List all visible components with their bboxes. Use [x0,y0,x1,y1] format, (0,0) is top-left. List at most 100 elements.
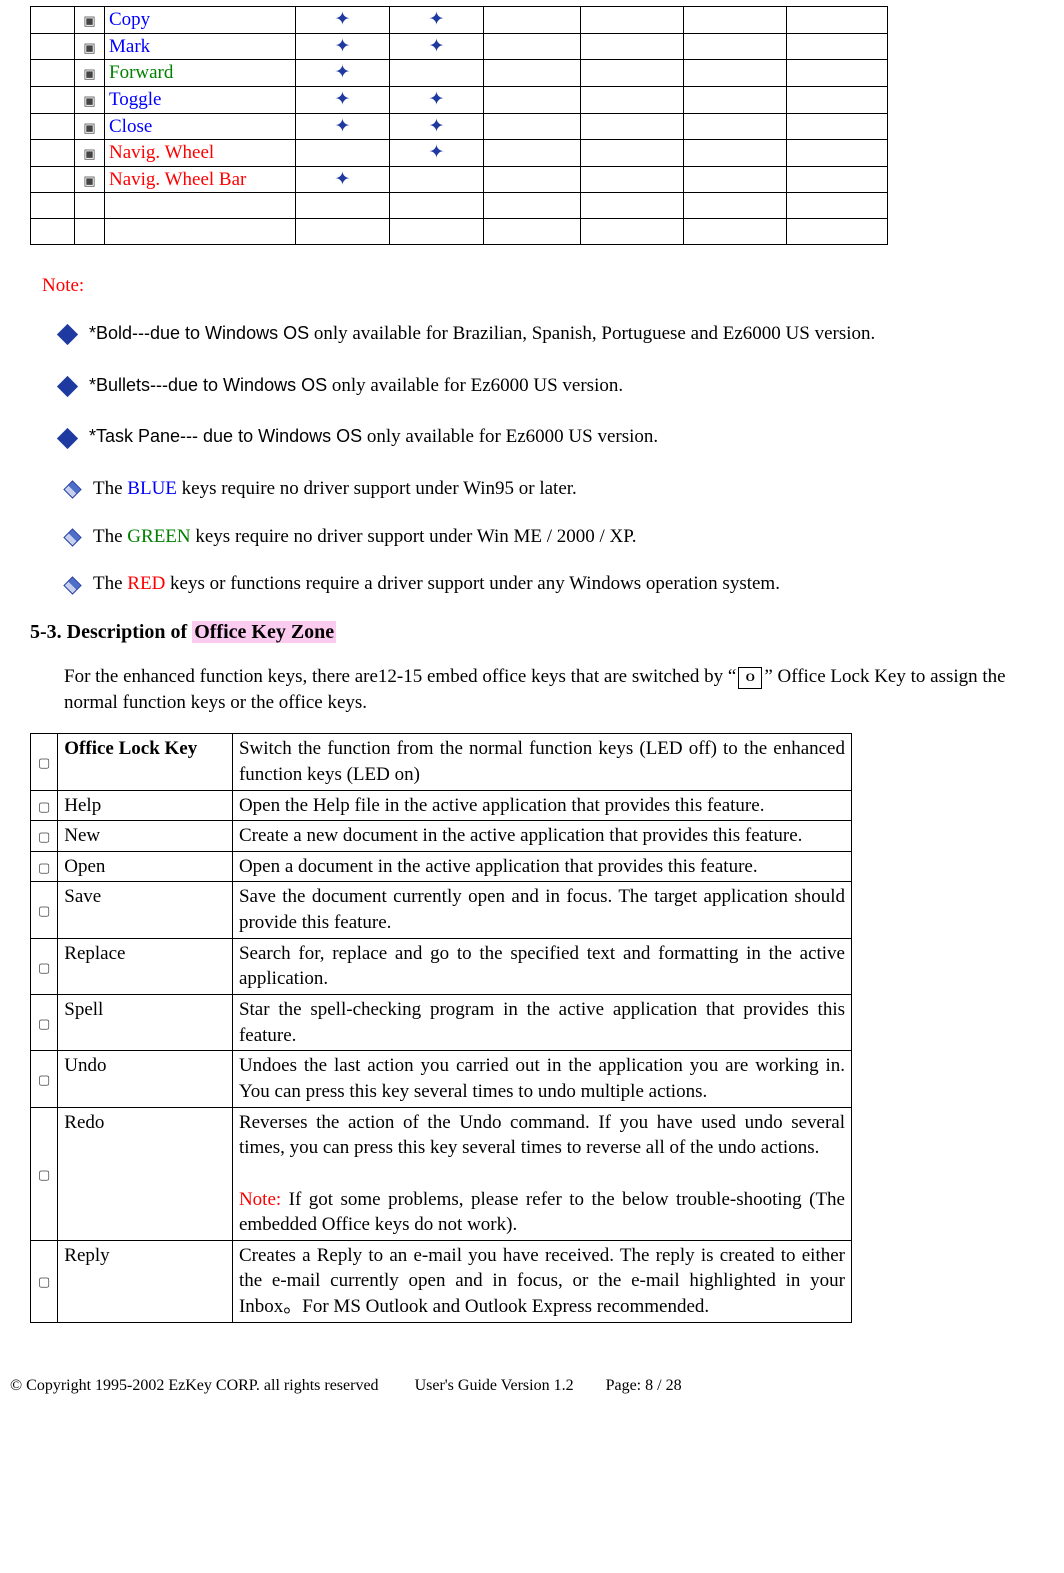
table-row: ▣Toggle✦✦ [31,86,888,113]
key-name: Undo [58,1051,233,1107]
empty-cell [31,219,75,245]
empty-cell [484,219,581,245]
table-row: ▣Close✦✦ [31,113,888,140]
key-description: Save the document currently open and in … [232,882,851,938]
note-text: The BLUE keys require no driver support … [93,476,577,502]
key-label: Close [105,113,296,140]
key-label: Copy [105,7,296,34]
empty-cell [31,166,75,193]
note-text: *Bullets---due to Windows OS only availa… [89,373,623,399]
mark-icon: ▣ [75,33,105,60]
help-icon: ▢ [31,790,58,821]
key-label: Forward [105,60,296,87]
diamond-bullet-icon [57,428,78,449]
note-heading: Note: [42,273,1054,299]
mark-col-3: ✦ [296,60,390,87]
table-row: ▢RedoReverses the action of the Undo com… [31,1107,852,1240]
empty-cell [787,219,888,245]
empty-cell [75,219,105,245]
empty-cell [581,33,684,60]
note-item: *Task Pane--- due to Windows OS only ava… [60,424,1054,450]
navwheel-icon: ▣ [75,140,105,167]
empty-cell [75,193,105,219]
empty-cell [484,33,581,60]
mark-col-3 [296,193,390,219]
table-row: ▢SaveSave the document currently open an… [31,882,852,938]
key-description: Open a document in the active applicatio… [232,851,851,882]
key-name: Spell [58,995,233,1051]
forward-icon: ▣ [75,60,105,87]
key-label [105,219,296,245]
diamond-bullet-icon [63,576,81,594]
page-footer: © Copyright 1995-2002 EzKey CORP. all ri… [10,1375,1054,1397]
empty-cell [31,86,75,113]
empty-cell [787,140,888,167]
key-name: Save [58,882,233,938]
key-label [105,193,296,219]
para-text-a: For the enhanced function keys, there ar… [64,666,736,687]
key-description: Create a new document in the active appl… [232,821,851,852]
table-row: ▢UndoUndoes the last action you carried … [31,1051,852,1107]
empty-cell [31,33,75,60]
empty-cell [484,140,581,167]
empty-cell [581,7,684,34]
key-name: New [58,821,233,852]
empty-cell [581,86,684,113]
footer-page: Page: 8 / 28 [606,1377,682,1394]
mark-col-4: ✦ [390,33,484,60]
empty-cell [684,60,787,87]
table-row: ▣Forward✦ [31,60,888,87]
key-description: Open the Help file in the active applica… [232,790,851,821]
table-row: ▣Navig. Wheel Bar✦ [31,166,888,193]
empty-cell [787,193,888,219]
empty-cell [684,33,787,60]
empty-cell [581,140,684,167]
empty-cell [787,86,888,113]
key-description: Creates a Reply to an e-mail you have re… [232,1240,851,1322]
empty-cell [581,193,684,219]
empty-cell [581,113,684,140]
table-row: ▢HelpOpen the Help file in the active ap… [31,790,852,821]
empty-cell [31,193,75,219]
key-label: Navig. Wheel [105,140,296,167]
empty-cell [787,60,888,87]
mark-col-4: ✦ [390,7,484,34]
key-description: Search for, replace and go to the specif… [232,938,851,994]
section-heading-prefix: 5-3. Description of [30,621,192,643]
footer-copyright: © Copyright 1995-2002 EzKey CORP. all ri… [10,1377,379,1394]
mark-col-4: ✦ [390,140,484,167]
empty-cell [787,166,888,193]
save-icon: ▢ [31,882,58,938]
empty-cell [484,7,581,34]
key-description: Switch the function from the normal func… [232,734,851,790]
key-name: Reply [58,1240,233,1322]
note-item: The BLUE keys require no driver support … [66,476,1054,502]
key-description: Star the spell-checking program in the a… [232,995,851,1051]
mark-col-4 [390,193,484,219]
reply-icon: ▢ [31,1240,58,1322]
copy-icon: ▣ [75,7,105,34]
mark-col-3: ✦ [296,113,390,140]
mark-col-3: ✦ [296,166,390,193]
note-item: *Bold---due to Windows OS only available… [60,321,1054,347]
empty-cell [31,7,75,34]
empty-cell [787,33,888,60]
mark-col-3 [296,219,390,245]
empty-cell [787,113,888,140]
key-name: Redo [58,1107,233,1240]
note-text: *Task Pane--- due to Windows OS only ava… [89,424,658,450]
section-heading: 5-3. Description of Office Key Zone [30,619,1054,646]
notes-list: *Bold---due to Windows OS only available… [10,321,1054,597]
note-text: *Bold---due to Windows OS only available… [89,321,875,347]
replace-icon: ▢ [31,938,58,994]
table-row: ▢OpenOpen a document in the active appli… [31,851,852,882]
close-icon: ▣ [75,113,105,140]
office-lock-inline-icon: O [738,667,762,689]
table-row: ▣Navig. Wheel ✦ [31,140,888,167]
toggle-icon: ▣ [75,86,105,113]
note-text: The GREEN keys require no driver support… [93,524,636,550]
empty-cell [684,140,787,167]
empty-cell [31,113,75,140]
empty-cell [484,60,581,87]
olock-icon: ▢ [31,734,58,790]
